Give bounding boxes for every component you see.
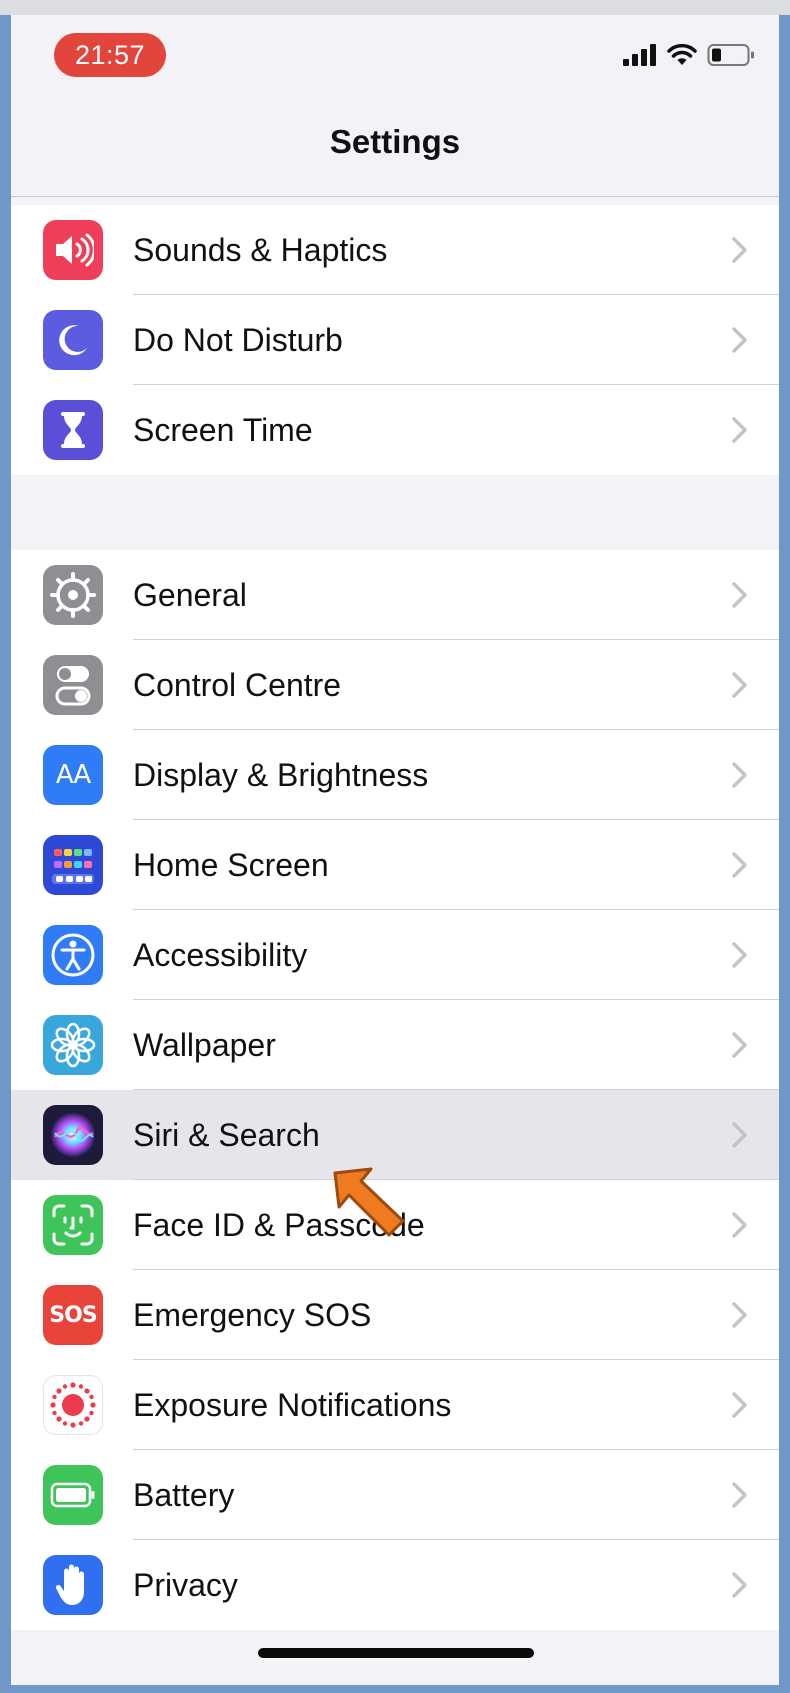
toggles-icon — [43, 655, 103, 715]
status-icons — [623, 43, 755, 67]
wifi-icon — [667, 44, 697, 65]
settings-row-display-brightness[interactable]: AA Display & Brightness — [11, 730, 779, 820]
text-size-icon: AA — [43, 745, 103, 805]
settings-row-label: Exposure Notifications — [133, 1387, 452, 1423]
settings-row-do-not-disturb[interactable]: Do Not Disturb — [11, 295, 779, 385]
phone-screen: 21:57 Settings Sounds & Haptics Do Not D… — [11, 15, 779, 1685]
settings-row-label: Do Not Disturb — [133, 322, 343, 358]
settings-row-control-centre[interactable]: Control Centre — [11, 640, 779, 730]
chevron-right-icon — [732, 672, 747, 698]
hourglass-icon — [43, 400, 103, 460]
sos-glyph: SOS — [49, 1302, 97, 1328]
moon-icon — [43, 310, 103, 370]
sos-icon: SOS — [43, 1285, 103, 1345]
settings-row-label: Sounds & Haptics — [133, 232, 388, 268]
settings-row-screen-time[interactable]: Screen Time — [11, 385, 779, 475]
status-time[interactable]: 21:57 — [54, 33, 166, 77]
settings-row-sounds-haptics[interactable]: Sounds & Haptics — [11, 205, 779, 295]
home-indicator[interactable] — [258, 1648, 534, 1658]
settings-row-exposure-notifications[interactable]: Exposure Notifications — [11, 1360, 779, 1450]
battery-status-icon — [707, 44, 754, 66]
settings-row-emergency-sos[interactable]: SOS Emergency SOS — [11, 1270, 779, 1360]
battery-icon — [43, 1465, 103, 1525]
chevron-right-icon — [732, 582, 747, 608]
settings-row-wallpaper[interactable]: Wallpaper — [11, 1000, 779, 1090]
settings-row-accessibility[interactable]: Accessibility — [11, 910, 779, 1000]
chevron-right-icon — [732, 327, 747, 353]
nav-divider — [11, 196, 779, 197]
chevron-right-icon — [732, 1572, 747, 1598]
settings-row-battery[interactable]: Battery — [11, 1450, 779, 1540]
settings-row-label: General — [133, 577, 247, 613]
page-title: Settings — [329, 123, 461, 160]
chevron-right-icon — [732, 1212, 747, 1238]
app-grid-icon — [43, 835, 103, 895]
chevron-right-icon — [732, 417, 747, 443]
settings-row-privacy[interactable]: Privacy — [11, 1540, 779, 1630]
chevron-right-icon — [732, 1392, 747, 1418]
settings-row-label: Display & Brightness — [133, 757, 429, 793]
chevron-right-icon — [732, 1032, 747, 1058]
cellular-signal-icon — [623, 44, 656, 66]
chevron-right-icon — [732, 1122, 747, 1148]
settings-row-general[interactable]: General — [11, 550, 779, 640]
settings-row-label: Accessibility — [133, 937, 308, 973]
chevron-right-icon — [732, 942, 747, 968]
chevron-right-icon — [732, 852, 747, 878]
chevron-right-icon — [732, 237, 747, 263]
settings-row-home-screen[interactable]: Home Screen — [11, 820, 779, 910]
settings-row-label: Screen Time — [133, 412, 313, 448]
settings-row-label: Home Screen — [133, 847, 329, 883]
frame-top-strip — [0, 0, 790, 15]
gear-icon — [43, 565, 103, 625]
siri-icon — [43, 1105, 103, 1165]
chevron-right-icon — [732, 1482, 747, 1508]
status-bar: 21:57 — [11, 15, 779, 125]
chevron-right-icon — [732, 762, 747, 788]
text-size-glyph: AA — [55, 760, 91, 790]
flower-icon — [43, 1015, 103, 1075]
chevron-right-icon — [732, 1302, 747, 1328]
settings-group-1: Sounds & Haptics Do Not Disturb Screen T… — [11, 205, 779, 475]
settings-row-label: Battery — [133, 1477, 235, 1513]
settings-row-label: Control Centre — [133, 667, 342, 703]
settings-group-2: General Control Centre AA Display & Brig — [11, 550, 779, 1630]
pointer-arrow-icon — [333, 1167, 405, 1237]
accessibility-icon — [43, 925, 103, 985]
hand-icon — [43, 1555, 103, 1615]
settings-row-label: Wallpaper — [133, 1027, 276, 1063]
settings-row-label: Siri & Search — [133, 1117, 320, 1153]
face-id-icon — [43, 1195, 103, 1255]
settings-row-label: Emergency SOS — [133, 1297, 372, 1333]
exposure-icon — [43, 1375, 103, 1435]
settings-row-label: Privacy — [133, 1567, 238, 1603]
speaker-icon — [43, 220, 103, 280]
